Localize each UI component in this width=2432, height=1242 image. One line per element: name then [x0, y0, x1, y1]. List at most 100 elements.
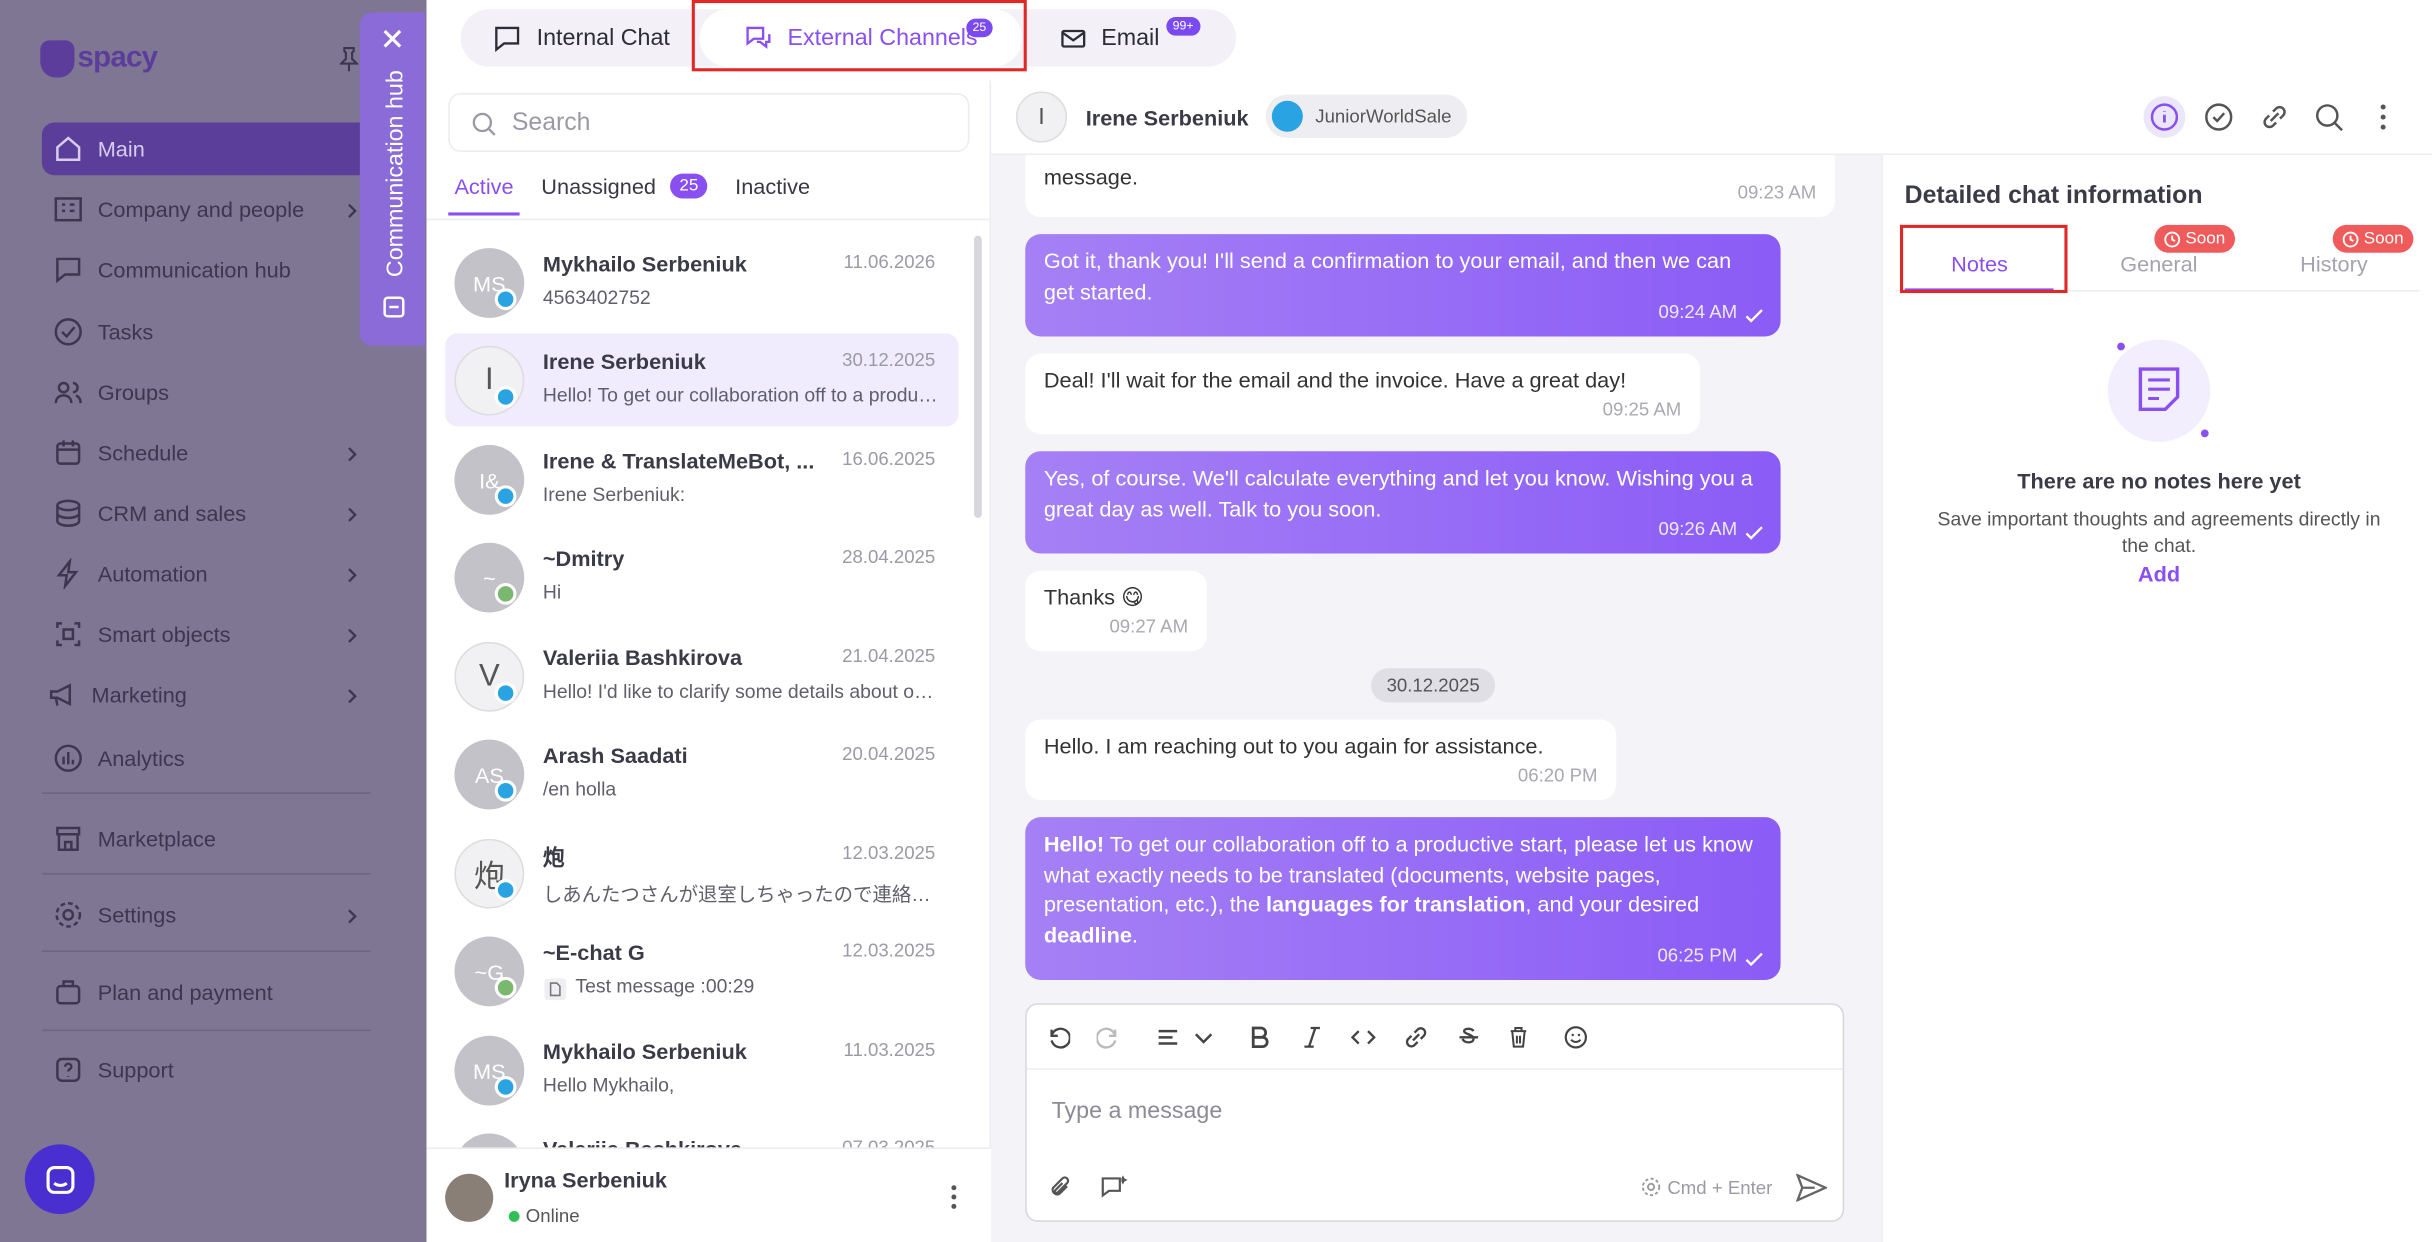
chat-title[interactable]: Irene Serbeniuk — [1086, 105, 1249, 130]
help-chat-button[interactable] — [24, 1144, 95, 1215]
calendar-icon — [56, 440, 81, 465]
sidebar-item-communication-hub[interactable]: Communication hub — [53, 251, 291, 288]
user-name: Iryna Serbeniuk — [504, 1167, 668, 1193]
filter-tab-inactive[interactable]: Inactive — [735, 174, 810, 199]
undo-icon[interactable] — [1045, 1025, 1071, 1050]
help-icon — [56, 1057, 81, 1082]
sidebar-item-support[interactable]: Support — [53, 1051, 174, 1088]
sidebar-item-crm[interactable]: CRM and sales — [53, 495, 246, 532]
sidebar-item-analytics[interactable]: Analytics — [53, 740, 185, 777]
trash-icon[interactable] — [1506, 1025, 1531, 1050]
sidebar-item-settings[interactable]: Settings — [53, 896, 176, 933]
sidebar-item-smart-objects[interactable]: Smart objects — [53, 616, 230, 653]
chevron-right-icon[interactable] — [344, 447, 360, 463]
chat-list-item[interactable]: V Valeriia Bashkirova 21.04.2025 Hello! … — [445, 630, 958, 723]
sidebar-item-label: Tasks — [97, 319, 154, 345]
more-vertical-icon[interactable] — [948, 1183, 960, 1211]
unassigned-badge: 25 — [670, 173, 708, 199]
chevron-right-icon[interactable] — [344, 507, 360, 523]
logo[interactable]: spacy — [40, 40, 158, 78]
sidebar-item-company[interactable]: Company and people — [53, 191, 304, 228]
message-time: 09:25 AM — [1602, 397, 1682, 420]
chat-name: ~Dmitry — [542, 545, 625, 571]
close-icon[interactable] — [380, 26, 405, 51]
chat-name: Mykhailo Serbeniuk — [542, 1038, 747, 1064]
link-icon[interactable] — [1404, 1025, 1429, 1050]
message-text: Yes, of course. We'll calculate everythi… — [1043, 465, 1753, 521]
sidebar-item-label: CRM and sales — [97, 500, 247, 526]
chat-list-item[interactable]: I& Irene & TranslateMeBot, ... 16.06.202… — [445, 433, 958, 526]
user-status: Online — [508, 1205, 580, 1226]
scrollbar[interactable] — [974, 235, 982, 518]
filter-tab-active[interactable]: Active — [454, 174, 513, 199]
channel-name: JuniorWorldSale — [1315, 105, 1452, 128]
sidebar-item-marketplace[interactable]: Marketplace — [53, 820, 216, 857]
link-icon[interactable] — [2260, 102, 2289, 131]
sidebar-item-tasks[interactable]: Tasks — [53, 313, 154, 350]
telegram-icon — [494, 288, 517, 311]
chat-list-item[interactable]: AS Arash Saadati 20.04.2025 /en holla — [445, 727, 958, 820]
avatar[interactable] — [445, 1173, 494, 1222]
clock-icon — [2164, 230, 2181, 247]
more-vertical-icon[interactable] — [2368, 102, 2397, 131]
strikethrough-icon[interactable] — [1456, 1025, 1481, 1050]
chat-list-item[interactable]: ~ ~Dmitry 28.04.2025 Hi — [445, 530, 958, 623]
code-icon[interactable] — [1350, 1025, 1376, 1050]
chevron-right-icon[interactable] — [344, 203, 360, 219]
info-icon[interactable] — [2150, 102, 2179, 131]
send-icon[interactable] — [1796, 1173, 1828, 1202]
chat-date: 20.04.2025 — [842, 742, 936, 765]
templates-icon[interactable] — [1100, 1174, 1128, 1202]
message-time: 09:24 AM — [1658, 300, 1738, 322]
chat-list-item[interactable]: MS Mykhailo Serbeniuk 11.06.2026 4563402… — [445, 236, 958, 329]
chart-icon — [54, 744, 82, 772]
avatar[interactable]: I — [1015, 91, 1068, 143]
tab-history[interactable]: History — [2300, 251, 2368, 276]
redo-icon[interactable] — [1096, 1025, 1122, 1050]
chat-list-item[interactable]: ~G ~E-chat G 12.03.2025 Test message :00… — [445, 924, 958, 1017]
chevron-right-icon[interactable] — [344, 688, 360, 704]
chevron-down-icon[interactable] — [1191, 1025, 1216, 1050]
chat-list-item[interactable]: MS Mykhailo Serbeniuk 11.03.2025 Hello M… — [445, 1023, 958, 1116]
bold-icon[interactable] — [1247, 1025, 1272, 1050]
check-circle-icon[interactable] — [2204, 102, 2233, 131]
align-icon[interactable] — [1156, 1025, 1181, 1050]
sidebar-item-schedule[interactable]: Schedule — [53, 434, 188, 471]
telegram-icon — [494, 485, 517, 508]
settings-icon[interactable] — [1641, 1177, 1661, 1197]
chat-preview: Hello Mykhailo, — [542, 1074, 675, 1097]
chat-preview: /en holla — [542, 778, 617, 801]
sidebar-item-automation[interactable]: Automation — [53, 555, 208, 592]
sidebar-item-groups[interactable]: Groups — [53, 374, 169, 411]
message-text: Hello. I am reaching out to you again fo… — [1043, 733, 1544, 759]
channel-icon — [494, 583, 517, 605]
empty-state-description: Save important thoughts and agreements d… — [1937, 508, 2381, 557]
chat-list-item[interactable]: 炮 炮 12.03.2025 しあんたつさんが退室しちゃったので連絡が取れません — [445, 826, 958, 919]
sidebar-item-plan[interactable]: Plan and payment — [53, 974, 273, 1011]
search-input[interactable]: Search — [448, 93, 970, 152]
chat-list-item-selected[interactable]: I Irene Serbeniuk 30.12.2025 Hello! To g… — [445, 333, 959, 427]
chat-preview: Hi — [542, 581, 562, 604]
search-icon[interactable] — [2314, 102, 2343, 132]
sidebar-item-label: Company and people — [97, 196, 305, 222]
pin-icon[interactable] — [339, 46, 359, 72]
sidebar-item-main[interactable]: Main — [53, 130, 145, 167]
message-outgoing: Hello! To get our collaboration off to a… — [1025, 817, 1781, 980]
chevron-right-icon[interactable] — [344, 568, 360, 584]
chevron-right-icon[interactable] — [344, 628, 360, 644]
tab-general[interactable]: General — [2120, 251, 2197, 276]
filter-tab-unassigned[interactable]: Unassigned — [541, 174, 656, 199]
emoji-icon[interactable] — [1563, 1025, 1588, 1050]
users-icon — [54, 381, 82, 404]
channel-chip[interactable]: JuniorWorldSale — [1265, 94, 1468, 138]
attach-icon[interactable] — [1047, 1174, 1075, 1202]
chevron-right-icon[interactable] — [344, 909, 360, 925]
date-separator: 30.12.2025 — [1371, 668, 1496, 703]
italic-icon[interactable] — [1300, 1025, 1325, 1050]
tab-email[interactable]: Email 99+ — [1061, 9, 1200, 66]
logo-mark — [40, 40, 75, 78]
add-note-button[interactable]: Add — [1905, 561, 2414, 586]
message-input[interactable]: Type a message — [1052, 1098, 1223, 1124]
sidebar-item-marketing[interactable]: Marketing — [47, 676, 187, 713]
tab-internal-chat[interactable]: Internal Chat — [493, 9, 670, 66]
